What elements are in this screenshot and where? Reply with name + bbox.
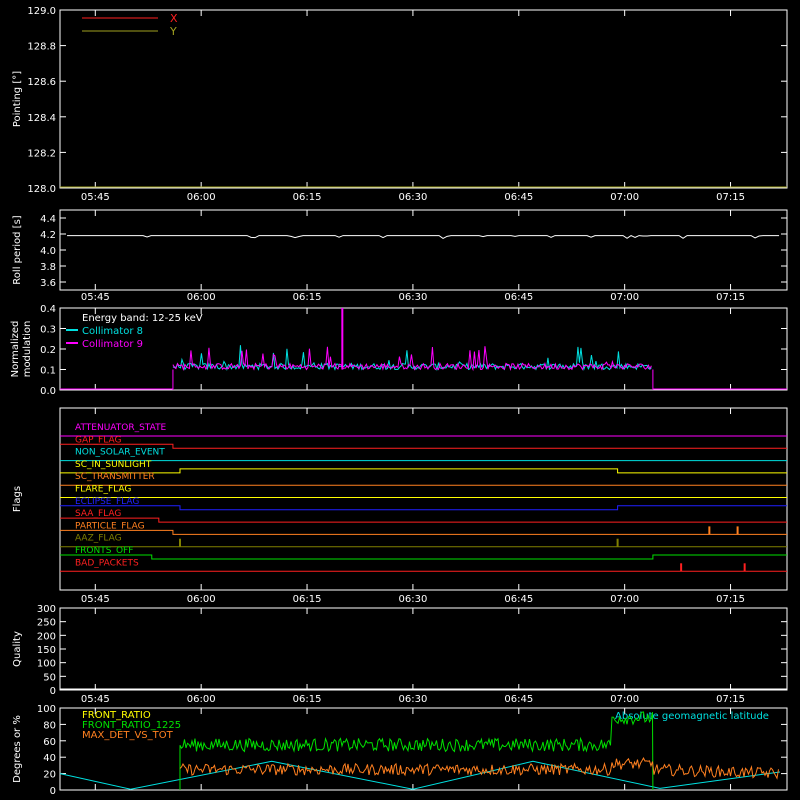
y-tick-label: 0 [50,686,56,697]
y-tick-label: 128.4 [27,113,56,124]
panel-roll-period: 3.6 3.8 4.0 4.2 4.4 05:45 06:00 06:15 06:30 06:45… [12,209,788,303]
y-tick-label: 50 [43,672,56,683]
x-tick-label: 05:45 [81,694,110,705]
x-tick-label: 06:00 [187,694,216,705]
x-tick-label: 07:15 [716,694,745,705]
x-tick-label: 07:00 [610,594,639,605]
x-tick-label: 07:00 [610,192,639,203]
x-tick-label: 06:30 [398,192,427,203]
y-tick-label: 129.0 [27,6,56,17]
y-tick-label: 0.3 [40,325,56,336]
y-axis-label: Roll period [s] [12,215,23,284]
y-tick-label: 100 [37,659,56,670]
y-tick-label: 150 [37,645,56,656]
y-tick-label: 0.0 [40,386,56,397]
flag-label: BAD_PACKETS [75,558,139,568]
panel-frame [59,407,788,591]
y-tick-label: 20 [43,770,56,781]
x-tick-label: 06:45 [504,292,533,303]
series-line [67,235,780,239]
x-tick-label: 06:15 [293,694,322,705]
x-tick-label: 07:00 [610,694,639,705]
y-tick-label: 0.2 [40,345,56,356]
x-tick-label: 06:15 [293,192,322,203]
y-axis-label: Flags [12,486,23,512]
y-tick-label: 3.6 [40,278,56,289]
panel-degrees-percent: 020406080100Degrees or % FRONT_RATIOFRONT… [12,704,788,797]
panel-flags: 05:45 06:00 06:15 06:30 06:45 07:00 07:15 Flags… [12,407,788,605]
y-tick-label: 128.8 [27,42,56,53]
y-tick-label: 3.8 [40,262,56,273]
y-tick-label: 128.6 [27,77,56,88]
flag-line [60,468,787,474]
flag-label: FLARE_FLAG [75,485,131,495]
y-tick-label: 4.4 [40,214,56,225]
y-tick-label: 128.2 [27,148,56,159]
x-tick-label: 05:45 [81,292,110,303]
x-tick-label: 07:15 [716,594,745,605]
legend-label: MAX_DET_VS_TOT [82,730,174,741]
x-tick-label: 06:00 [187,594,216,605]
flag-label: ATTENUATOR_STATE [75,423,167,433]
y-tick-label: 40 [43,753,56,764]
y-tick-label: 4.2 [40,230,56,241]
panel-pointing: 128.0 128.2 128.4 128.6 128.8 129.0 05:45 06:00… [12,6,788,203]
x-tick-label: 05:45 [81,594,110,605]
x-tick-label: 06:30 [398,594,427,605]
x-tick-label: 06:15 [293,292,322,303]
y-tick-label: 80 [43,720,56,731]
flag-label: AAZ_FLAG [75,534,122,544]
panel-normalized-modulation: 0.0 0.1 0.2 0.3 0.4 Normalizedmodulation Energ… [10,304,788,397]
x-tick-label: 06:15 [293,594,322,605]
x-tick-label: 06:30 [398,694,427,705]
flag-line [60,443,787,449]
x-tick-label: 06:45 [504,594,533,605]
energy-band-annotation: Energy band: 12-25 keV [82,313,203,324]
legend-label: Collimator 9 [82,339,143,350]
legend-label: Y [169,25,177,38]
y-tick-label: 0.1 [40,366,56,377]
legend-label: X [170,12,178,25]
flag-label: NON_SOLAR_EVENT [75,448,165,458]
x-tick-label: 06:45 [504,192,533,203]
y-tick-label: 60 [43,737,56,748]
panel-quality: 0 50 100 150 200 250 300 05:45 06:00 06:15 06:30 06… [12,604,788,705]
flag-line [60,517,787,523]
series-line [179,757,779,780]
flag-label: SC_TRANSMITTER [75,472,155,482]
x-tick-label: 07:15 [716,192,745,203]
y-tick-label: 128.0 [27,184,56,195]
flag-line [60,554,787,560]
y-axis-label: Quality [12,631,23,667]
y-axis-label: Normalizedmodulation [10,321,33,378]
flag-line [60,505,787,511]
series-line [179,711,654,791]
flag-label: SC_IN_SUNLIGHT [75,460,152,470]
x-tick-label: 06:30 [398,292,427,303]
y-axis-label: Degrees or % [12,715,23,783]
y-axis-label: Pointing [°] [12,71,23,127]
x-tick-label: 06:45 [504,694,533,705]
x-tick-label: 05:45 [81,192,110,203]
y-tick-label: 300 [37,604,56,615]
y-tick-label: 250 [37,618,56,629]
y-tick-label: 200 [37,631,56,642]
x-tick-label: 07:15 [716,292,745,303]
y-tick-label: 4.0 [40,246,56,257]
x-tick-label: 06:00 [187,192,216,203]
x-tick-label: 06:00 [187,292,216,303]
panel-frame [59,607,788,691]
y-tick-label: 0.4 [40,304,56,315]
y-tick-label: 0 [50,786,56,797]
y-tick-label: 100 [37,704,56,715]
x-tick-label: 07:00 [610,292,639,303]
stacked-time-series-figure: 128.0 128.2 128.4 128.6 128.8 129.0 05:45 06:00… [10,6,788,797]
legend-label: Collimator 8 [82,326,143,337]
panel-frame [59,209,788,291]
flag-line [60,529,787,535]
